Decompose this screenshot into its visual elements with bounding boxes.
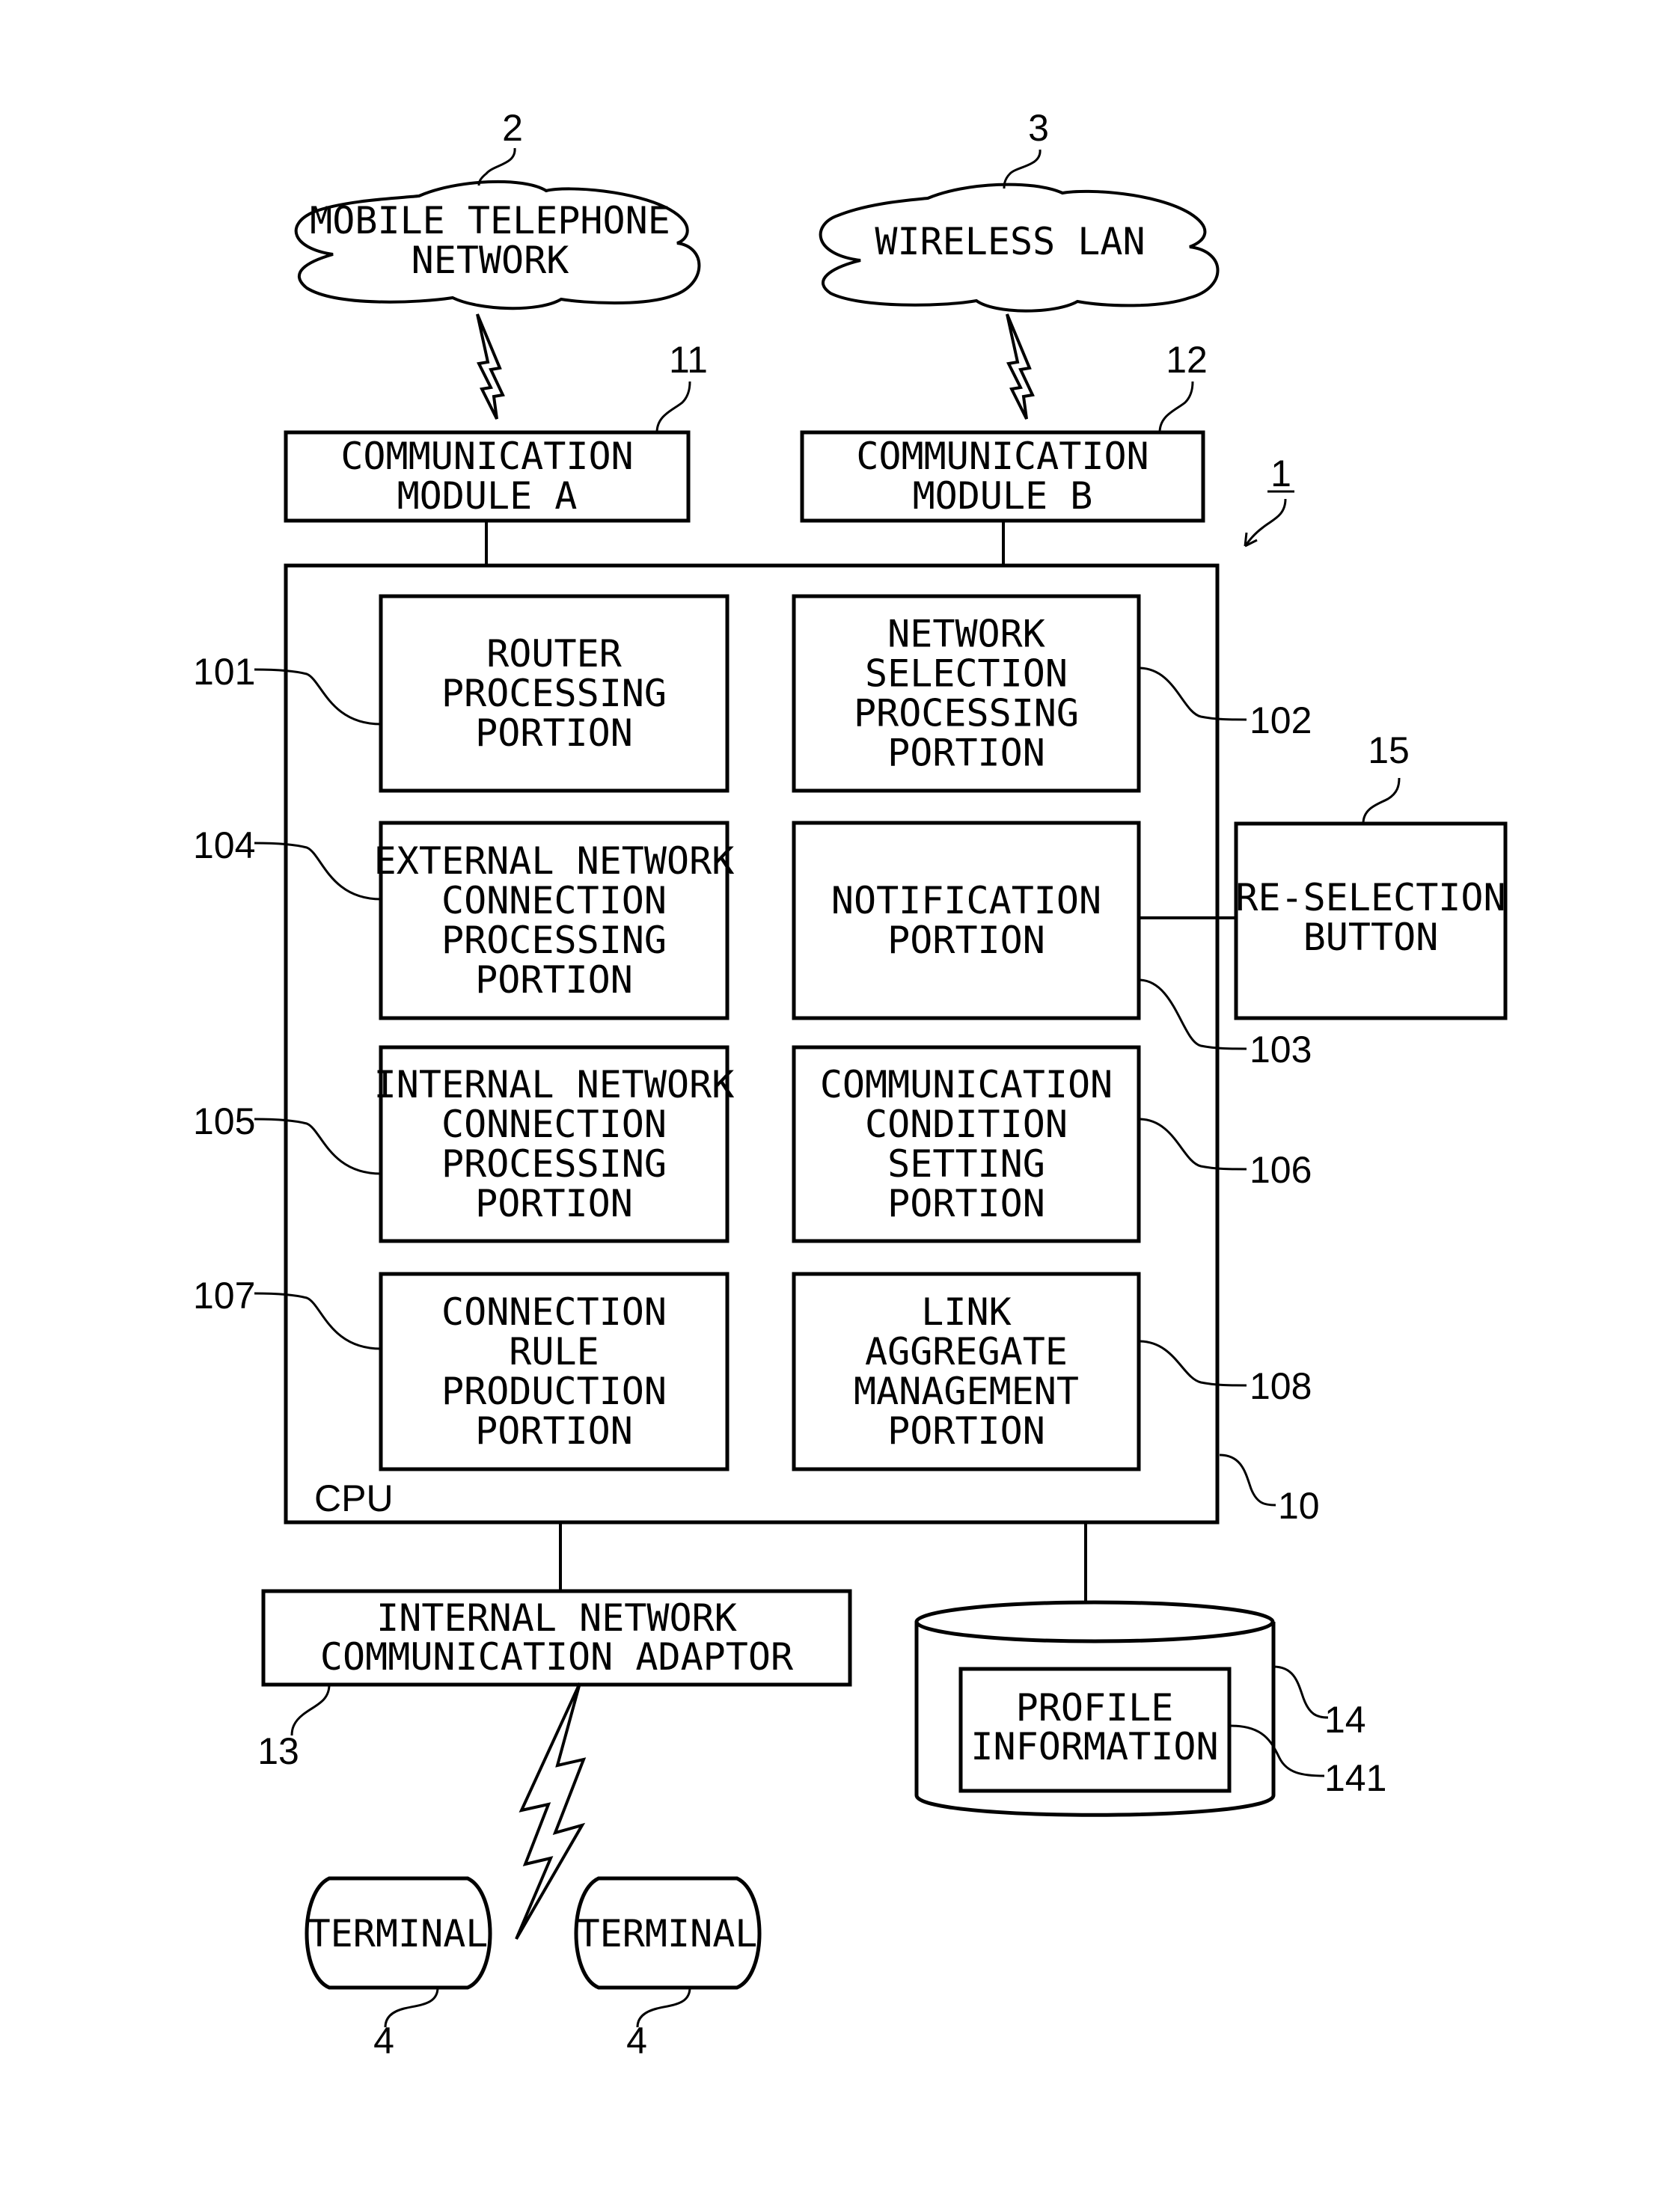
portion-label-line: PORTION bbox=[475, 711, 633, 755]
portion-block-106: COMMUNICATIONCONDITIONSETTINGPORTION 106 bbox=[792, 1045, 1312, 1243]
profile-information: PROFILE INFORMATION 141 bbox=[958, 1667, 1386, 1799]
module-label-line: MODULE A bbox=[397, 474, 578, 518]
ref-label-101: 101 bbox=[193, 651, 255, 693]
portion-label-line: ROUTER bbox=[486, 632, 623, 675]
portion-label-line: PRODUCTION bbox=[441, 1370, 667, 1413]
portion-block-104: EXTERNAL NETWORKCONNECTIONPROCESSINGPORT… bbox=[193, 821, 735, 1020]
block-diagram: MOBILE TELEPHONE NETWORK 2 WIRELESS LAN … bbox=[193, 107, 1508, 2062]
portion-block-101: ROUTERPROCESSINGPORTION 101 bbox=[193, 594, 730, 793]
portion-label-line: SETTING bbox=[887, 1142, 1045, 1186]
portion-label-line: AGGREGATE bbox=[865, 1330, 1068, 1373]
reselection-label-line: BUTTON bbox=[1303, 916, 1439, 959]
portion-label-line: MANAGEMENT bbox=[854, 1370, 1079, 1413]
portion-label-line: PORTION bbox=[887, 919, 1045, 962]
portion-block-107: CONNECTIONRULEPRODUCTIONPORTION 107 bbox=[193, 1272, 730, 1471]
profile-label-line: INFORMATION bbox=[970, 1725, 1218, 1768]
portion-label-line: INTERNAL NETWORK bbox=[374, 1063, 735, 1106]
ref-label-10: 10 bbox=[1278, 1485, 1320, 1527]
portion-label-line: PORTION bbox=[887, 1409, 1045, 1453]
ref-label-3: 3 bbox=[1028, 107, 1049, 149]
ref-label-103: 103 bbox=[1250, 1029, 1312, 1070]
communication-module-b: COMMUNICATION MODULE B 12 bbox=[800, 339, 1208, 523]
portion-label-line: PORTION bbox=[887, 1182, 1045, 1225]
system-ref: 1 bbox=[1244, 453, 1294, 548]
mobile-telephone-network-cloud: MOBILE TELEPHONE NETWORK 2 bbox=[294, 107, 701, 310]
portion-label-line: CONNECTION bbox=[441, 879, 667, 922]
ref-label-4: 4 bbox=[373, 2020, 394, 2062]
ref-label-105: 105 bbox=[193, 1100, 255, 1142]
ref-label-2: 2 bbox=[502, 107, 523, 149]
wireless-link-icon bbox=[515, 1682, 587, 1940]
portion-label-line: PORTION bbox=[475, 958, 633, 1002]
portion-label-line: CONNECTION bbox=[441, 1103, 667, 1146]
portion-label-line: NOTIFICATION bbox=[831, 879, 1101, 922]
adaptor-label-line: INTERNAL NETWORK bbox=[376, 1596, 737, 1640]
portion-label-line: PORTION bbox=[475, 1182, 633, 1225]
terminal-label: TERMINAL bbox=[308, 1912, 489, 1955]
ref-label-1: 1 bbox=[1270, 453, 1291, 494]
portion-block-105: INTERNAL NETWORKCONNECTIONPROCESSINGPORT… bbox=[193, 1045, 735, 1243]
adaptor-label-line: COMMUNICATION ADAPTOR bbox=[320, 1635, 794, 1679]
portion-label-line: PROCESSING bbox=[441, 672, 667, 715]
ref-label-106: 106 bbox=[1250, 1149, 1312, 1191]
portion-label-line: PROCESSING bbox=[854, 692, 1079, 735]
module-label-line: COMMUNICATION bbox=[856, 435, 1149, 478]
portion-label-line: PROCESSING bbox=[441, 919, 667, 962]
wireless-link-icon bbox=[1006, 313, 1035, 420]
portion-block-108: LINKAGGREGATEMANAGEMENTPORTION 108 bbox=[792, 1272, 1312, 1471]
cloud-label-line: MOBILE TELEPHONE bbox=[310, 199, 670, 242]
portion-label-line: PORTION bbox=[475, 1409, 633, 1453]
terminal-label: TERMINAL bbox=[578, 1912, 758, 1955]
portion-label-line: CONNECTION bbox=[441, 1290, 667, 1334]
reselection-label-line: RE-SELECTION bbox=[1235, 876, 1505, 919]
portion-label-line: PROCESSING bbox=[441, 1142, 667, 1186]
portion-label-line: EXTERNAL NETWORK bbox=[374, 839, 735, 883]
ref-label-108: 108 bbox=[1250, 1365, 1312, 1407]
wireless-lan-cloud: WIRELESS LAN 3 bbox=[819, 107, 1220, 313]
module-label-line: MODULE B bbox=[913, 474, 1093, 518]
ref-label-15: 15 bbox=[1368, 729, 1410, 771]
wireless-link-icon bbox=[476, 313, 505, 420]
ref-label-13: 13 bbox=[257, 1730, 299, 1772]
portion-label-line: SELECTION bbox=[865, 652, 1068, 696]
ref-label-14: 14 bbox=[1324, 1699, 1366, 1741]
portion-label-line: CONDITION bbox=[865, 1103, 1068, 1146]
ref-label-12: 12 bbox=[1166, 339, 1208, 381]
cpu-label: CPU bbox=[314, 1477, 394, 1519]
ref-label-102: 102 bbox=[1250, 699, 1312, 741]
ref-label-4: 4 bbox=[626, 2020, 647, 2062]
portion-label-line: LINK bbox=[921, 1290, 1011, 1334]
ref-label-141: 141 bbox=[1324, 1757, 1386, 1799]
portion-label-line: COMMUNICATION bbox=[820, 1063, 1113, 1106]
module-label-line: COMMUNICATION bbox=[340, 435, 633, 478]
ref-label-11: 11 bbox=[669, 339, 708, 381]
profile-label-line: PROFILE bbox=[1016, 1686, 1174, 1730]
portion-label-line: RULE bbox=[509, 1330, 599, 1373]
terminal: TERMINAL 4 bbox=[305, 1876, 492, 2062]
ref-label-107: 107 bbox=[193, 1275, 255, 1317]
portion-block-102: NETWORKSELECTIONPROCESSINGPORTION 102 bbox=[792, 594, 1312, 793]
ref-label-104: 104 bbox=[193, 824, 255, 866]
terminal: TERMINAL 4 bbox=[574, 1876, 762, 2062]
portion-label-line: PORTION bbox=[887, 732, 1045, 775]
cloud-label-line: NETWORK bbox=[412, 239, 569, 282]
cloud-label-line: WIRELESS LAN bbox=[875, 220, 1145, 263]
portion-label-line: NETWORK bbox=[887, 613, 1045, 656]
reselection-button: RE-SELECTION BUTTON 15 bbox=[1234, 729, 1508, 1020]
